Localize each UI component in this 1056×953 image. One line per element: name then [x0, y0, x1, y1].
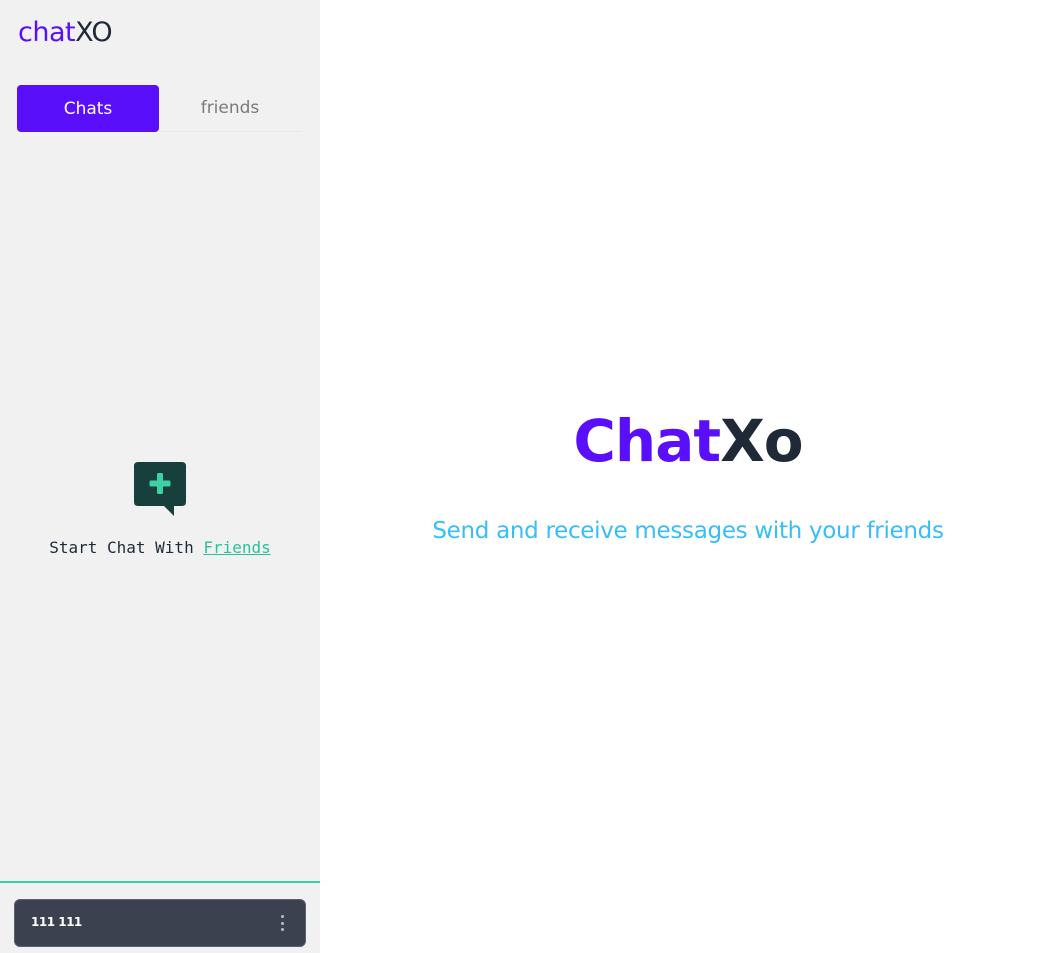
- logo-part-chat: chat: [18, 17, 76, 48]
- hero-title-chat: Chat: [573, 407, 721, 475]
- user-card[interactable]: 111 111: [14, 899, 306, 947]
- user-name: 111 111: [31, 915, 82, 929]
- kebab-dot: [280, 928, 284, 931]
- hero-subtitle: Send and receive messages with your frie…: [432, 518, 944, 544]
- tab-chats[interactable]: Chats: [17, 85, 159, 132]
- sidebar-tabs: Chats friends: [17, 85, 301, 132]
- chat-add-icon[interactable]: [132, 460, 188, 518]
- main-panel: ChatXo Send and receive messages with yo…: [320, 0, 1056, 953]
- hero-title-xo: Xo: [720, 407, 804, 475]
- friends-link[interactable]: Friends: [203, 538, 270, 557]
- app-logo[interactable]: chatXO: [18, 16, 113, 50]
- kebab-menu-icon[interactable]: [279, 915, 285, 931]
- kebab-dot: [280, 915, 284, 918]
- logo-part-xo: XO: [75, 17, 113, 48]
- sidebar: chatXO Chats friends Start Chat With Fri…: [0, 0, 320, 953]
- tab-friends[interactable]: friends: [159, 85, 301, 132]
- chats-empty-state: Start Chat With Friends: [0, 460, 320, 557]
- sidebar-footer: 111 111: [0, 881, 320, 953]
- start-chat-prefix: Start Chat With: [49, 538, 194, 557]
- kebab-dot: [280, 921, 284, 925]
- start-chat-text: Start Chat With Friends: [0, 538, 320, 557]
- hero-title: ChatXo: [320, 405, 1056, 477]
